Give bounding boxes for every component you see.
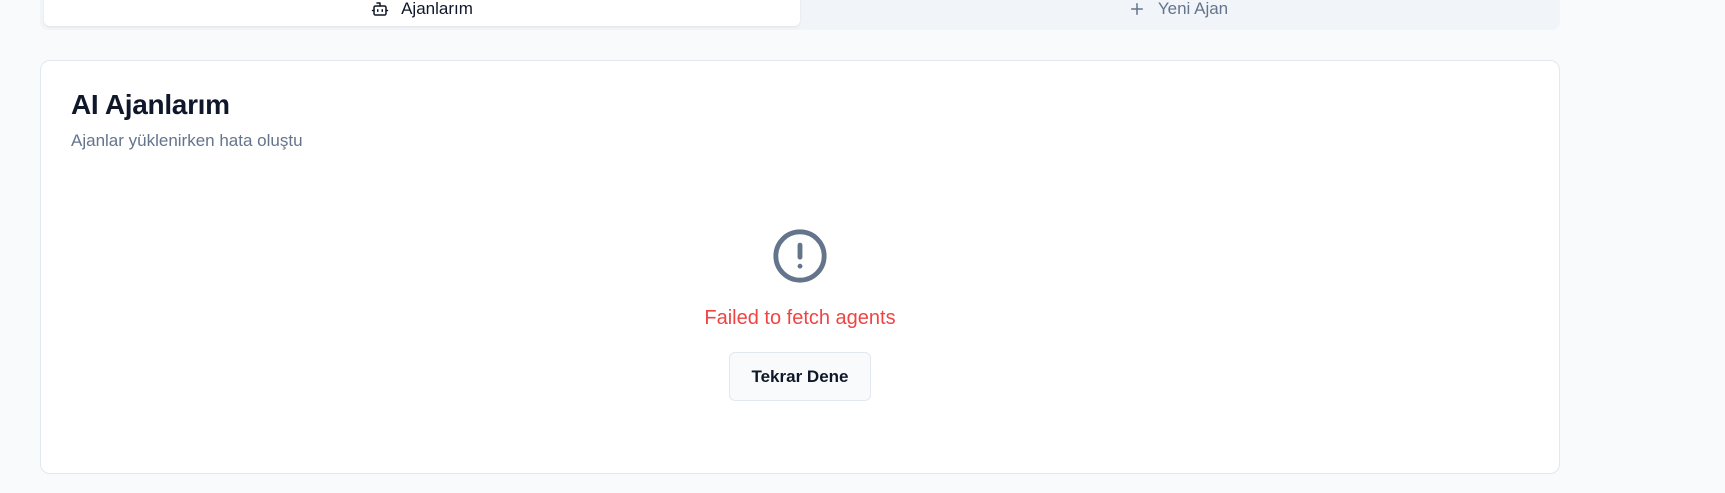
agents-card: AI Ajanlarım Ajanlar yüklenirken hata ol… [40,60,1560,474]
plus-icon [1128,0,1146,18]
error-message: Failed to fetch agents [704,307,896,329]
retry-button[interactable]: Tekrar Dene [729,352,871,401]
tab-label: Ajanlarım [401,0,473,18]
tab-list: Ajanlarım Yeni Ajan [40,0,1560,30]
card-description: Ajanlar yüklenirken hata oluştu [71,131,303,150]
error-state: Failed to fetch agents Tekrar Dene [41,227,1559,401]
page-title: AI Ajanlarım [71,89,230,120]
tab-new-agent[interactable]: Yeni Ajan [800,0,1556,26]
bot-icon [371,0,389,18]
tab-my-agents[interactable]: Ajanlarım [44,0,800,26]
tab-label: Yeni Ajan [1157,0,1229,18]
alert-circle-icon [771,227,829,285]
